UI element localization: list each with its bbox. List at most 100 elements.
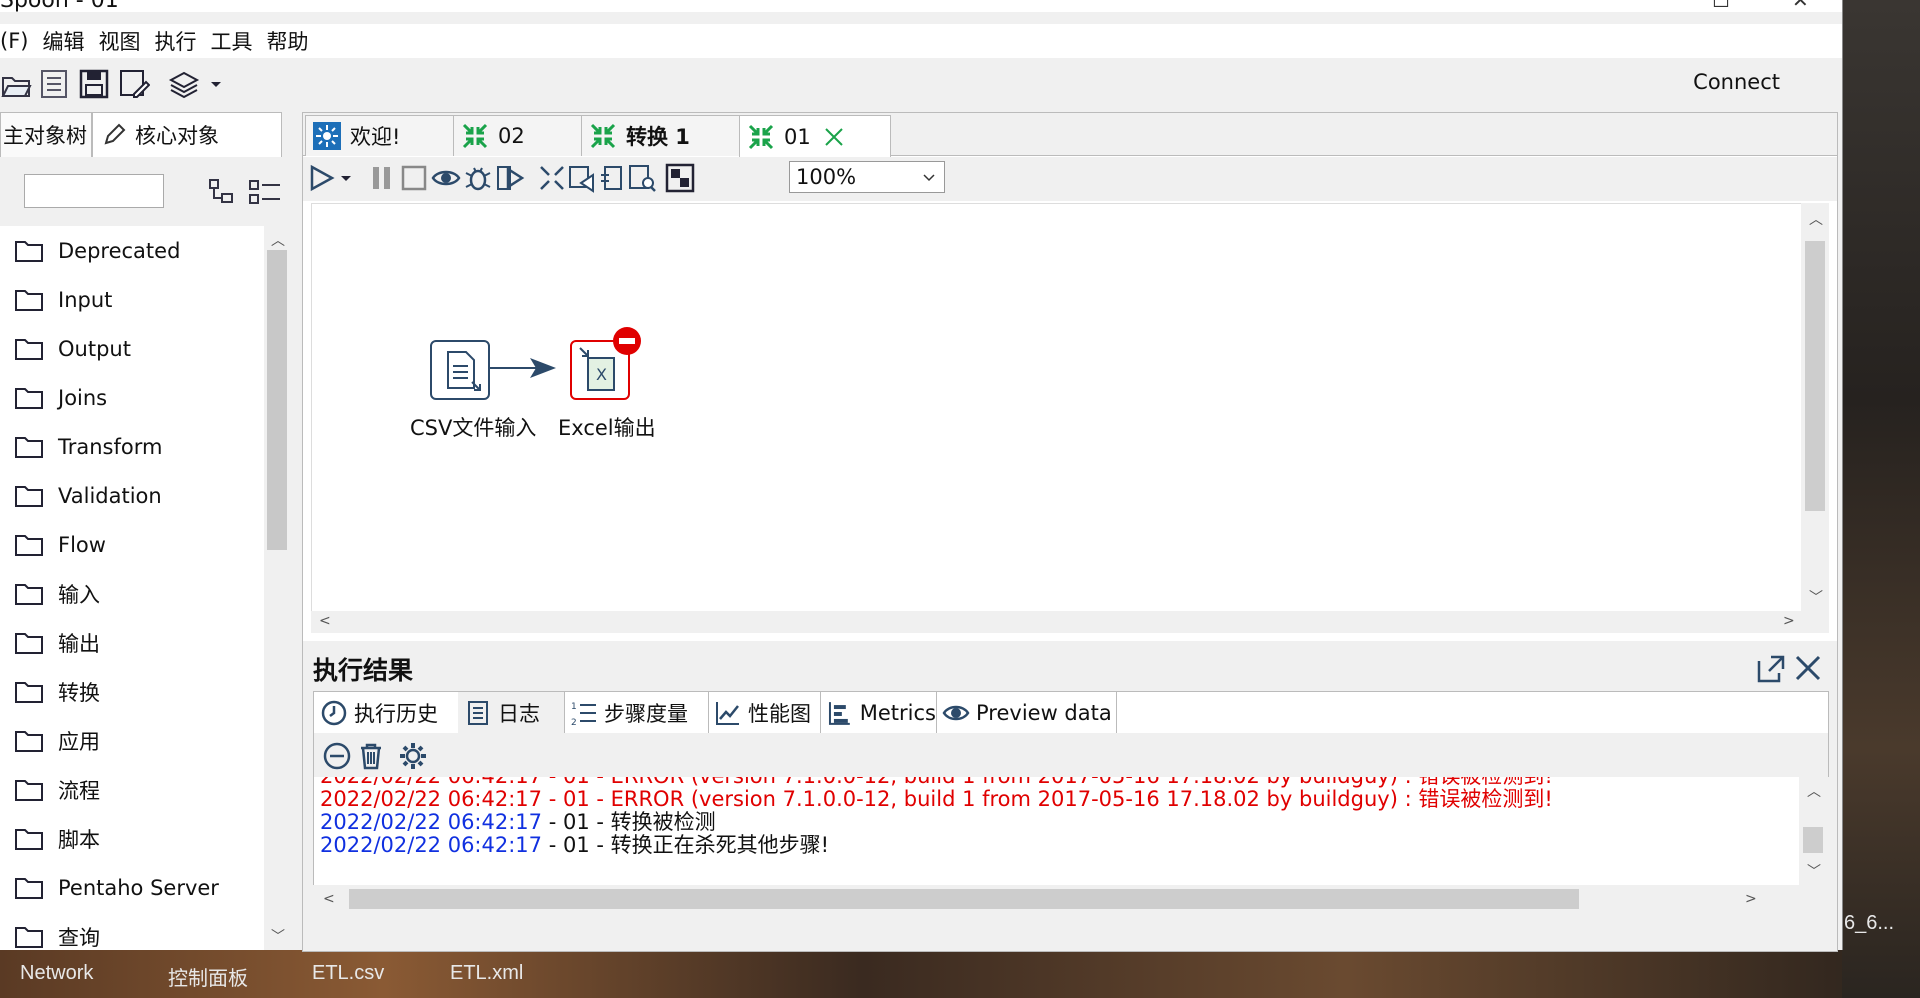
desktop-icon-label[interactable]: ETL.csv xyxy=(312,962,384,985)
scrollbar-thumb[interactable] xyxy=(349,889,1579,909)
maximize-button[interactable]: ☐ xyxy=(1712,0,1730,12)
run-icon[interactable] xyxy=(307,163,337,193)
close-tab-icon[interactable] xyxy=(823,126,845,148)
tree-folder-item[interactable]: Output xyxy=(0,324,264,373)
gear-icon[interactable] xyxy=(398,741,428,771)
tree-folder-item[interactable]: Validation xyxy=(0,471,264,520)
results-title: 执行结果 xyxy=(313,656,414,685)
tab-core-objects[interactable]: 核心对象 xyxy=(92,112,282,157)
tree-folder-item[interactable]: 脚本 xyxy=(0,814,264,863)
show-results-icon[interactable] xyxy=(665,163,695,193)
tree-folder-item[interactable]: 流程 xyxy=(0,765,264,814)
step-csv-input[interactable] xyxy=(430,340,490,400)
tree-scrollbar[interactable]: ︿ ﹀ xyxy=(264,226,290,950)
sql-icon[interactable] xyxy=(597,163,627,193)
preview-icon[interactable] xyxy=(431,163,461,193)
tree-folder-item[interactable]: Input xyxy=(0,275,264,324)
menu-run[interactable]: 执行 xyxy=(154,26,196,56)
popout-icon[interactable] xyxy=(1755,653,1787,685)
chevron-down-icon[interactable] xyxy=(339,163,353,193)
scrollbar-thumb[interactable] xyxy=(1805,241,1825,511)
tab-02[interactable]: 02 xyxy=(453,115,583,156)
tree-folder-label: Pentaho Server xyxy=(58,875,219,900)
menu-help[interactable]: 帮助 xyxy=(266,26,308,56)
tree-folder-item[interactable]: Transform xyxy=(0,422,264,471)
log-output[interactable]: 2022/02/22 06:42:17 - 01 - ERROR (versio… xyxy=(313,777,1800,885)
scrollbar-thumb[interactable] xyxy=(267,250,287,550)
performance-graph-icon xyxy=(716,702,739,725)
explore-repository-icon[interactable] xyxy=(38,68,70,100)
results-tab[interactable]: Preview data xyxy=(936,692,1117,734)
tab-label: 核心对象 xyxy=(135,124,219,148)
core-objects-tree: Deprecated Input Output Joins Transform Valid… xyxy=(0,226,264,950)
scroll-right-icon[interactable]: > xyxy=(1783,613,1795,629)
scroll-left-icon[interactable]: < xyxy=(319,613,331,629)
menu-tools[interactable]: 工具 xyxy=(210,26,252,56)
scroll-down-icon[interactable]: ﹀ xyxy=(1809,587,1823,607)
tree-folder-item[interactable]: 应用 xyxy=(0,716,264,765)
explore-db-icon[interactable] xyxy=(627,163,657,193)
layers-icon[interactable] xyxy=(168,68,200,100)
save-icon[interactable] xyxy=(78,68,110,100)
desktop-icon-label[interactable]: 6_6... xyxy=(1844,912,1894,935)
menu-file[interactable]: (F) xyxy=(0,29,28,53)
tab-01[interactable]: 01 xyxy=(739,115,891,157)
tab-transformation-1[interactable]: 转换 1 xyxy=(581,115,741,156)
pause-icon[interactable] xyxy=(367,163,397,193)
results-tab[interactable]: 执行历史 xyxy=(314,692,459,734)
scroll-left-icon[interactable]: < xyxy=(323,891,335,907)
results-tab[interactable]: 1 2 步骤度量 xyxy=(564,692,709,734)
tree-folder-item[interactable]: Joins xyxy=(0,373,264,422)
scroll-down-icon[interactable]: ﹀ xyxy=(271,926,285,946)
tree-folder-item[interactable]: 转换 xyxy=(0,667,264,716)
scroll-up-icon[interactable]: ︿ xyxy=(1807,781,1821,801)
debug-icon[interactable] xyxy=(463,163,493,193)
clear-log-icon[interactable] xyxy=(322,741,352,771)
desktop-icon-label[interactable]: ETL.xml xyxy=(450,962,523,985)
zoom-select[interactable]: 100% xyxy=(789,161,945,193)
close-button[interactable]: ✕ xyxy=(1792,0,1809,12)
trash-icon[interactable] xyxy=(356,741,386,771)
error-badge-icon xyxy=(613,327,641,355)
editor-tabs: 欢迎! 02 转换 1 01 xyxy=(303,113,1837,157)
save-as-icon[interactable] xyxy=(118,68,150,100)
menu-edit[interactable]: 编辑 xyxy=(42,26,84,56)
collapse-all-icon[interactable] xyxy=(208,178,238,206)
scroll-up-icon[interactable]: ︿ xyxy=(271,230,285,250)
stop-icon[interactable] xyxy=(399,163,429,193)
tree-folder-item[interactable]: 输入 xyxy=(0,569,264,618)
tree-folder-item[interactable]: Flow xyxy=(0,520,264,569)
verify-icon[interactable] xyxy=(537,163,567,193)
log-vscrollbar[interactable]: ︿ ﹀ xyxy=(1799,777,1827,885)
replay-icon[interactable] xyxy=(495,163,525,193)
tree-folder-label: Joins xyxy=(58,385,108,410)
scroll-down-icon[interactable]: ﹀ xyxy=(1807,861,1821,881)
close-panel-icon[interactable] xyxy=(1793,653,1823,683)
transformation-canvas[interactable]: CSV文件输入 X Excel输出 xyxy=(311,203,1805,613)
open-file-icon[interactable] xyxy=(0,68,32,100)
canvas-vscrollbar[interactable]: ︿ ﹀ xyxy=(1801,203,1829,611)
connect-button[interactable]: Connect xyxy=(1693,70,1780,94)
tab-welcome[interactable]: 欢迎! xyxy=(305,115,455,156)
search-input[interactable] xyxy=(24,174,164,208)
scroll-up-icon[interactable]: ︿ xyxy=(1809,209,1823,229)
log-hscrollbar[interactable]: < > xyxy=(313,885,1827,913)
tree-folder-item[interactable]: 查询 xyxy=(0,912,264,950)
scroll-right-icon[interactable]: > xyxy=(1745,891,1757,907)
tree-folder-item[interactable]: Deprecated xyxy=(0,226,264,275)
chevron-down-icon[interactable] xyxy=(208,68,224,100)
tree-folder-item[interactable]: 输出 xyxy=(0,618,264,667)
canvas-hscrollbar[interactable]: < > xyxy=(311,611,1829,633)
tab-main-tree[interactable]: 主对象树 xyxy=(0,112,92,157)
tree-folder-item[interactable]: Pentaho Server xyxy=(0,863,264,912)
results-tab[interactable]: Metrics xyxy=(820,692,937,734)
scrollbar-thumb[interactable] xyxy=(1803,827,1823,853)
results-tab[interactable]: 日志 xyxy=(458,692,565,734)
expand-all-icon[interactable] xyxy=(248,178,282,206)
impact-icon[interactable] xyxy=(567,163,597,193)
desktop-icon-label[interactable]: 控制面板 xyxy=(168,962,248,991)
results-tab[interactable]: 性能图 xyxy=(708,692,821,734)
menu-view[interactable]: 视图 xyxy=(98,26,140,56)
transformation-icon xyxy=(748,124,774,149)
desktop-icon-label[interactable]: Network xyxy=(20,962,93,985)
